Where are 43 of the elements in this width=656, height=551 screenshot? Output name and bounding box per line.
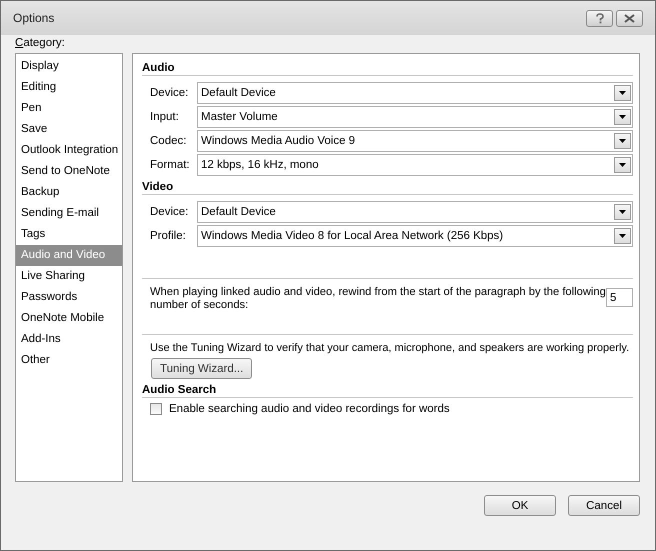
close-icon — [624, 14, 635, 22]
category-item[interactable]: Tags — [16, 224, 122, 245]
dropdown[interactable]: Default Device — [197, 82, 633, 104]
category-item[interactable]: Display — [16, 56, 122, 77]
field-label: Codec: — [150, 135, 188, 147]
dialog-button[interactable]: OK — [484, 495, 556, 516]
section-heading: Audio Search — [142, 384, 633, 398]
rewind-description: When playing linked audio and video, rewind from the start of the paragraph by the following number of seconds: — [150, 286, 606, 313]
dropdown[interactable]: Windows Media Audio Voice 9 — [197, 130, 633, 152]
field-label: Input: — [150, 111, 180, 123]
dropdown[interactable]: 12 kbps, 16 kHz, mono — [197, 154, 633, 176]
category-item[interactable]: Send to OneNote — [16, 161, 122, 182]
field-label: Device: — [150, 206, 190, 218]
help-icon — [594, 12, 604, 24]
field-label: Format: — [150, 159, 191, 171]
dropdown[interactable]: Windows Media Video 8 for Local Area Network (256 Kbps) — [197, 225, 633, 247]
category-item[interactable]: Backup — [16, 182, 122, 203]
category-label: Category: — [15, 37, 66, 51]
category-item[interactable]: Live Sharing — [16, 266, 122, 287]
category-item[interactable]: Passwords — [16, 287, 122, 308]
category-item[interactable]: Add-Ins — [16, 329, 122, 350]
checkbox[interactable] — [150, 403, 162, 415]
window-title: Options — [13, 11, 54, 25]
seconds-input[interactable]: 5 — [606, 288, 633, 307]
category-item[interactable]: Sending E-mail — [16, 203, 122, 224]
field-label: Profile: — [150, 230, 187, 242]
category-item[interactable]: Save — [16, 119, 122, 140]
category-item[interactable]: Editing — [16, 77, 122, 98]
category-item[interactable]: Outlook Integration — [16, 140, 122, 161]
checkbox-label: Enable searching audio and video recordings for words — [169, 403, 450, 415]
section-heading: Video — [142, 181, 633, 195]
category-item[interactable]: OneNote Mobile — [16, 308, 122, 329]
close-button[interactable] — [616, 10, 643, 26]
category-item[interactable]: Other — [16, 350, 122, 371]
field-label: Device: — [150, 87, 190, 99]
tuning-wizard-button[interactable]: Tuning Wizard... — [151, 358, 252, 379]
tuning-description: Use the Tuning Wizard to verify that your camera, microphone, and speakers are working properly. — [150, 342, 630, 354]
dropdown[interactable]: Default Device — [197, 201, 633, 223]
section-heading: Audio — [142, 62, 633, 76]
dialog-button[interactable]: Cancel — [568, 495, 640, 516]
help-button[interactable] — [586, 10, 613, 26]
category-item[interactable]: Pen — [16, 98, 122, 119]
dropdown[interactable]: Master Volume — [197, 106, 633, 128]
